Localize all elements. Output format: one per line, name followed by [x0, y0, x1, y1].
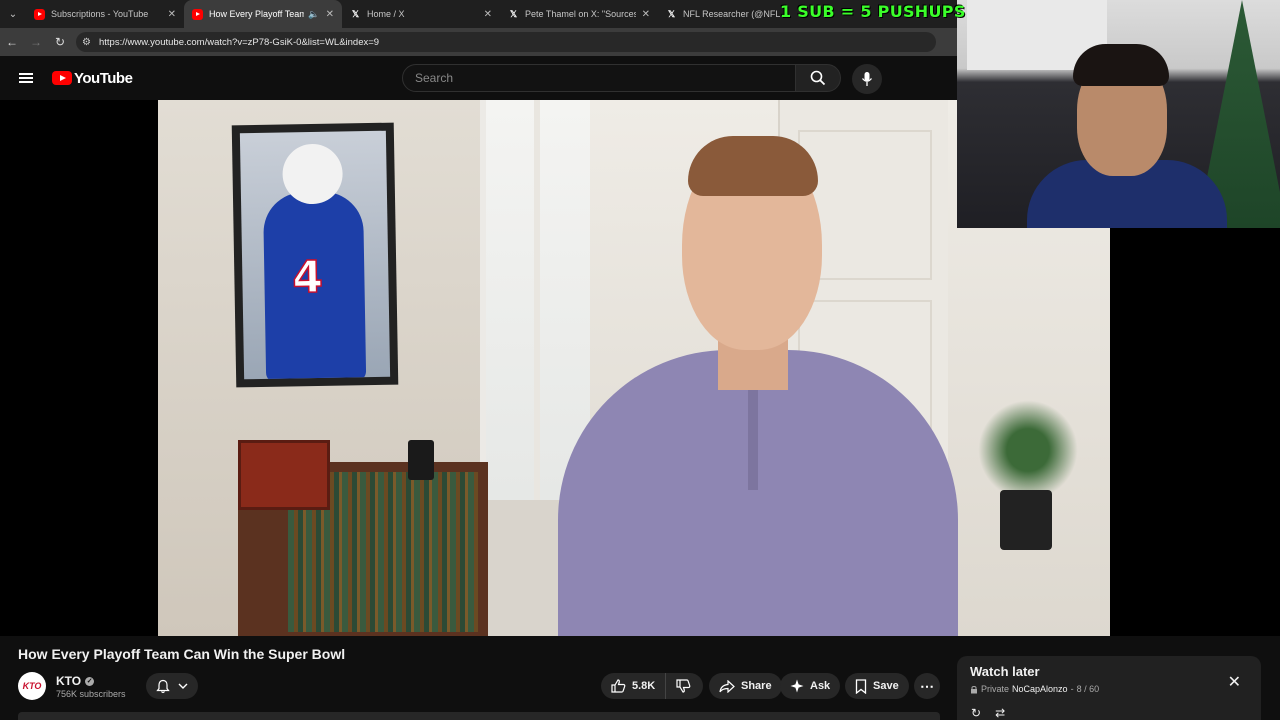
thumbs-down-icon [676, 679, 691, 693]
logo-text: YouTube [74, 69, 133, 87]
loop-icon[interactable]: ↻ [971, 706, 981, 720]
like-count: 5.8K [632, 680, 656, 692]
search-placeholder: Search [415, 71, 454, 85]
bookmark-icon [855, 678, 867, 694]
tab-title: NFL Researcher (@NFL_Rese [683, 9, 780, 19]
presenter-body [558, 350, 958, 636]
close-icon[interactable]: ✕ [1228, 672, 1241, 692]
tab-search-button[interactable]: ⌄ [0, 0, 26, 28]
site-info-icon[interactable]: ⚙ [82, 37, 91, 48]
jersey-number: 4 [291, 251, 324, 304]
like-button[interactable]: 5.8K [601, 673, 667, 699]
share-button[interactable]: Share [709, 673, 782, 699]
youtube-icon [34, 8, 45, 20]
tab-title: Home / X [367, 9, 405, 19]
menu-icon[interactable] [0, 71, 52, 85]
share-icon [719, 679, 735, 693]
youtube-header: YouTube Search [0, 56, 960, 100]
playlist-panel: Watch later Private NoCapAlonzo - 8 / 60… [957, 656, 1261, 720]
presenter-hair [688, 136, 818, 196]
search-button[interactable] [795, 64, 841, 92]
reload-button[interactable]: ↻ [48, 28, 72, 56]
channel-name-text: KTO [56, 674, 82, 688]
address-bar[interactable]: ⚙ https://www.youtube.com/watch?v=zP78-G… [76, 32, 936, 52]
stream-overlay-text: 1 SUB = 5 PUSHUPS [780, 2, 966, 21]
tab-pete-thamel[interactable]: 𝕏 Pete Thamel on X: "Sources: Oh ✕ [500, 0, 658, 28]
close-icon[interactable]: ✕ [326, 9, 334, 20]
streamer-hair [1073, 44, 1169, 86]
search-icon [810, 70, 826, 86]
playlist-controls: ↻ ⇄ [971, 706, 1005, 720]
forward-button[interactable]: → [24, 28, 48, 56]
playlist-title[interactable]: Watch later [970, 664, 1248, 679]
chevron-down-icon [178, 683, 188, 689]
subscriber-count: 756K subscribers [56, 689, 126, 699]
voice-search-button[interactable] [852, 64, 882, 94]
youtube-icon [192, 8, 203, 20]
tab-nfl-researcher[interactable]: 𝕏 NFL Researcher (@NFL_Rese [658, 0, 788, 28]
x-icon: 𝕏 [509, 8, 518, 19]
playlist-privacy: Private [981, 684, 1010, 694]
lock-icon [971, 685, 977, 693]
save-button[interactable]: Save [845, 673, 909, 699]
close-icon[interactable]: ✕ [168, 9, 176, 20]
streamer-webcam [957, 0, 1280, 228]
avatar[interactable]: KTO [18, 672, 46, 700]
tab-subscriptions[interactable]: Subscriptions - YouTube ✕ [26, 0, 184, 28]
tab-title: Subscriptions - YouTube [51, 9, 149, 19]
tab-home-x[interactable]: 𝕏 Home / X ✕ [342, 0, 500, 28]
back-button[interactable]: ← [0, 28, 24, 56]
ask-label: Ask [810, 680, 831, 692]
player-poster: 4 [231, 122, 399, 388]
search-input[interactable]: Search [402, 64, 796, 92]
playlist-owner[interactable]: NoCapAlonzo [1012, 684, 1068, 694]
channel-name[interactable]: KTO ✓ [56, 674, 95, 688]
close-icon[interactable]: ✕ [642, 9, 650, 20]
tab-title: Pete Thamel on X: "Sources: Oh [525, 9, 636, 19]
video-window [480, 100, 590, 500]
plant [978, 400, 1078, 500]
youtube-play-icon [52, 71, 72, 85]
youtube-logo[interactable]: YouTube [52, 69, 133, 87]
close-icon[interactable]: ✕ [484, 9, 492, 20]
ask-button[interactable]: Ask [780, 673, 841, 699]
notifications-button[interactable] [146, 673, 198, 699]
shuffle-icon[interactable]: ⇄ [995, 706, 1005, 720]
x-icon: 𝕏 [667, 8, 676, 19]
playlist-position: 8 / 60 [1076, 684, 1100, 694]
dislike-button[interactable] [666, 679, 707, 693]
playlist-meta: Private NoCapAlonzo - 8 / 60 [970, 684, 1248, 694]
speaker-icon[interactable]: 🔈 [308, 9, 319, 20]
more-actions-button[interactable]: ⋯ [914, 673, 940, 699]
tab-current-video[interactable]: How Every Playoff Team Ca 🔈 ✕ [184, 0, 342, 28]
thumbs-up-icon [611, 679, 626, 693]
share-label: Share [741, 680, 772, 692]
tab-title: How Every Playoff Team Ca [209, 9, 305, 19]
bell-icon [156, 679, 170, 693]
url-text: https://www.youtube.com/watch?v=zP78-Gsi… [98, 36, 380, 48]
nfl-box [238, 440, 330, 510]
video-title: How Every Playoff Team Can Win the Super… [18, 646, 346, 662]
more-horizontal-icon: ⋯ [920, 677, 934, 694]
sparkle-icon [790, 679, 804, 693]
candle [408, 440, 434, 480]
like-dislike-group: 5.8K [601, 673, 703, 699]
microphone-icon [861, 72, 873, 86]
plant-pot [1000, 490, 1052, 550]
x-icon: 𝕏 [351, 8, 360, 19]
verified-icon: ✓ [85, 676, 95, 686]
description-box-edge[interactable] [18, 712, 940, 720]
save-label: Save [873, 680, 899, 692]
